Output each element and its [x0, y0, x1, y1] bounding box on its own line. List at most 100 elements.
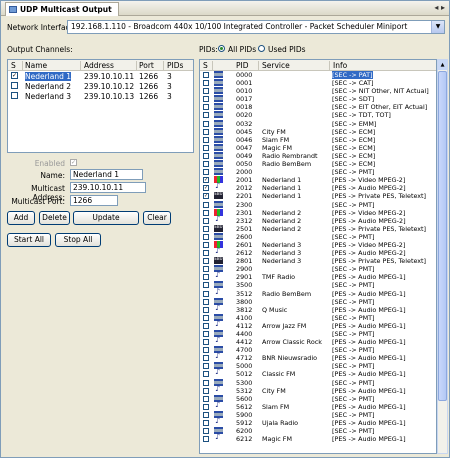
list-item[interactable]: 2312 Nederland 2 [PES -> Audio MPEG-2] — [200, 215, 436, 225]
pid-checkbox[interactable] — [203, 258, 209, 265]
pids-scrollbar[interactable]: ▲ — [437, 59, 448, 454]
list-item[interactable]: 6200 [SEC -> PMT] — [200, 427, 436, 436]
pid-checkbox[interactable] — [203, 274, 209, 281]
list-item[interactable]: 5000 [SEC -> PMT] — [200, 362, 436, 371]
list-item[interactable]: 2612 Nederland 3 [PES -> Audio MPEG-2] — [200, 247, 436, 258]
pid-checkbox[interactable]: ✓ — [203, 193, 209, 200]
list-item[interactable]: 4400 [SEC -> PMT] — [200, 330, 436, 338]
delete-button[interactable]: Delete — [39, 211, 70, 225]
pid-checkbox[interactable] — [203, 428, 209, 435]
list-item[interactable]: 0001 [SEC -> CAT] — [200, 79, 436, 88]
list-item[interactable]: 4100 [SEC -> PMT] — [200, 313, 436, 322]
multicast-port-input[interactable]: 1266 — [70, 195, 118, 206]
pid-checkbox[interactable] — [203, 233, 209, 240]
col-port[interactable]: Port — [139, 61, 154, 71]
pid-checkbox[interactable]: ✓ — [203, 177, 209, 184]
pid-checkbox[interactable] — [203, 250, 209, 257]
list-item[interactable]: EBU 2501 Nederland 2 [PES -> Private PES, T… — [200, 224, 436, 233]
start-all-button[interactable]: Start All — [7, 233, 51, 247]
pid-checkbox[interactable] — [203, 88, 209, 95]
pid-checkbox[interactable] — [203, 395, 209, 402]
pid-checkbox[interactable] — [203, 266, 209, 273]
list-item[interactable]: 0045 City FM [SEC -> ECM] — [200, 127, 436, 136]
list-item[interactable]: 4700 [SEC -> PMT] — [200, 346, 436, 355]
list-item[interactable]: 3812 Q Music [PES -> Audio MPEG-1] — [200, 304, 436, 314]
table-row[interactable]: Nederland 3 239.10.10.13 1266 3 — [8, 92, 193, 101]
list-item[interactable]: 0050 Radio BemBem [SEC -> ECM] — [200, 160, 436, 169]
pid-checkbox[interactable] — [203, 112, 209, 119]
list-item[interactable]: 3800 [SEC -> PMT] — [200, 297, 436, 306]
pid-checkbox[interactable] — [203, 161, 209, 168]
list-item[interactable]: 5900 [SEC -> PMT] — [200, 410, 436, 419]
enabled-checkbox[interactable]: ✓ — [70, 159, 77, 166]
update-button[interactable]: Update — [73, 211, 139, 225]
all-pids-label[interactable]: All PIDs — [228, 45, 256, 54]
list-item[interactable]: 0032 [SEC -> EMM] — [200, 119, 436, 128]
col-s[interactable]: S — [203, 61, 208, 71]
col-pids[interactable]: PIDs — [167, 61, 183, 71]
list-item[interactable]: 0010 [SEC -> NIT Other, NIT Actual] — [200, 87, 436, 96]
list-item[interactable]: 2000 [SEC -> PMT] — [200, 168, 436, 177]
output-channels-table[interactable]: S Name Address Port PIDs ✓ Nederland 1 239… — [7, 59, 194, 153]
list-item[interactable]: 0047 Magic FM [SEC -> ECM] — [200, 143, 436, 152]
list-item[interactable]: 4412 Arrow Classic Rock [PES -> Audio MPEG… — [200, 336, 436, 347]
list-item[interactable]: 2901 TMF Radio [PES -> Audio MPEG-1] — [200, 271, 436, 282]
all-pids-radio[interactable] — [218, 45, 225, 52]
list-item[interactable]: 0018 [SEC -> EIT Other, EIT Actual] — [200, 103, 436, 112]
list-item[interactable]: 3512 Radio BemBem [PES -> Audio MPEG-1] — [200, 288, 436, 298]
list-item[interactable]: 0000 [SEC -> PAT] — [200, 71, 436, 79]
pid-checkbox[interactable] — [203, 169, 209, 176]
pid-checkbox[interactable] — [203, 136, 209, 143]
pid-checkbox[interactable] — [203, 104, 209, 111]
pid-checkbox[interactable] — [203, 209, 209, 216]
pid-checkbox[interactable] — [203, 80, 209, 87]
list-item[interactable]: 2301 Nederland 2 [PES -> Video MPEG-2] — [200, 208, 436, 217]
list-item[interactable]: 4112 Arrow Jazz FM [PES -> Audio MPEG-1] — [200, 320, 436, 330]
pid-checkbox[interactable] — [203, 144, 209, 151]
list-item[interactable]: ✓ EBU 2201 Nederland 1 [PES -> Private PES, … — [200, 192, 436, 201]
pid-checkbox[interactable] — [203, 322, 209, 329]
col-name[interactable]: Name — [25, 61, 47, 71]
pid-checkbox[interactable] — [203, 201, 209, 208]
list-item[interactable]: 5300 [SEC -> PMT] — [200, 378, 436, 387]
row-checkbox[interactable] — [11, 92, 18, 99]
table-row[interactable]: ✓ Nederland 1 239.10.10.11 1266 3 — [8, 72, 193, 81]
list-item[interactable]: 5600 [SEC -> PMT] — [200, 394, 436, 403]
used-pids-radio[interactable] — [258, 45, 265, 52]
pid-checkbox[interactable] — [203, 347, 209, 354]
pid-checkbox[interactable] — [203, 152, 209, 159]
pid-checkbox[interactable] — [203, 306, 209, 313]
list-item[interactable]: EBU 2801 Nederland 3 [PES -> Private PES, T… — [200, 257, 436, 266]
multicast-address-input[interactable]: 239.10.10.11 — [70, 182, 146, 193]
stop-all-button[interactable]: Stop All — [55, 233, 101, 247]
list-item[interactable]: 0017 [SEC -> SDT] — [200, 95, 436, 104]
clear-button[interactable]: Clear — [143, 211, 171, 225]
pids-table[interactable]: S PID Service Info 0000 [SEC -> PAT] 0001 [… — [199, 59, 437, 454]
pid-checkbox[interactable] — [203, 371, 209, 378]
list-item[interactable]: 5012 Classic FM [PES -> Audio MPEG-1] — [200, 368, 436, 379]
pid-checkbox[interactable]: ✓ — [203, 185, 209, 192]
col-address[interactable]: Address — [84, 61, 114, 71]
list-item[interactable]: 2600 [SEC -> PMT] — [200, 232, 436, 241]
list-item[interactable]: 0049 Radio Rembrandt [SEC -> ECM] — [200, 151, 436, 160]
scrollbar-thumb[interactable] — [438, 71, 447, 401]
tab-udp-multicast-output[interactable]: UDP Multicast Output — [5, 2, 119, 16]
add-button[interactable]: Add — [7, 211, 35, 225]
pid-checkbox[interactable] — [203, 331, 209, 337]
pid-checkbox[interactable] — [203, 120, 209, 127]
list-item[interactable]: 2300 [SEC -> PMT] — [200, 200, 436, 209]
list-item[interactable]: ✓ 2001 Nederland 1 [PES -> Video MPEG-2] — [200, 176, 436, 185]
pid-checkbox[interactable] — [203, 379, 209, 386]
pid-checkbox[interactable] — [203, 217, 209, 224]
pid-checkbox[interactable] — [203, 241, 209, 248]
chevron-down-icon[interactable]: ▼ — [431, 21, 444, 33]
list-item[interactable]: 5312 City FM [PES -> Audio MPEG-1] — [200, 385, 436, 395]
pid-checkbox[interactable] — [203, 420, 209, 427]
list-item[interactable]: 2900 [SEC -> PMT] — [200, 265, 436, 274]
pid-checkbox[interactable] — [203, 387, 209, 394]
pid-checkbox[interactable] — [203, 403, 209, 410]
tab-nav-arrows-icon[interactable]: ◂ ▸ — [434, 3, 445, 12]
row-checkbox[interactable]: ✓ — [11, 72, 18, 79]
list-item[interactable]: 3500 [SEC -> PMT] — [200, 281, 436, 290]
col-info[interactable]: Info — [333, 61, 347, 71]
